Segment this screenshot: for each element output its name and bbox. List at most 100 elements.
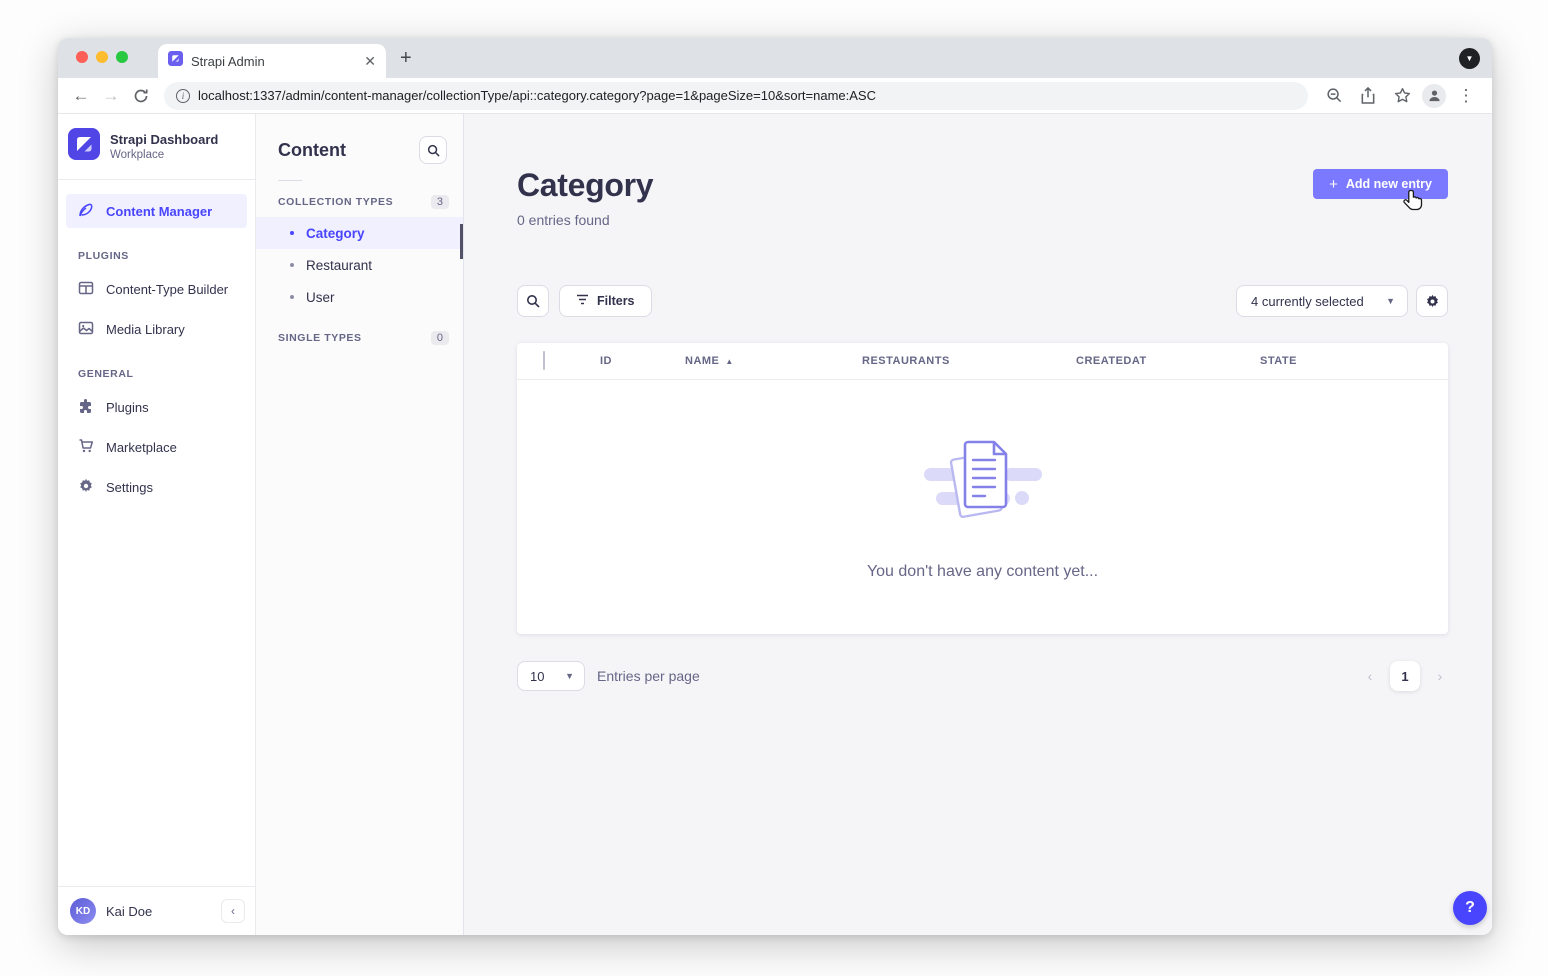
entries-count: 0 entries found bbox=[517, 212, 653, 228]
sidebar-item-label: Media Library bbox=[106, 322, 185, 337]
user-name: Kai Doe bbox=[106, 904, 211, 919]
view-settings-button[interactable] bbox=[1416, 285, 1448, 317]
subnav-search-button[interactable] bbox=[419, 136, 447, 164]
page-size-select[interactable]: 10 ▼ bbox=[517, 661, 585, 691]
main-sidebar: Strapi Dashboard Workplace Content Manag… bbox=[58, 114, 256, 935]
collapse-sidebar-button[interactable]: ‹ bbox=[221, 899, 245, 923]
bullet-icon bbox=[290, 231, 294, 235]
sidebar-item-marketplace[interactable]: Marketplace bbox=[66, 430, 247, 464]
table-search-button[interactable] bbox=[517, 285, 549, 317]
browser-window: Strapi Admin ✕ + ▼ ← → i localhost:1337/… bbox=[58, 38, 1492, 935]
empty-state-message: You don't have any content yet... bbox=[867, 563, 1098, 581]
single-types-count: 0 bbox=[431, 331, 449, 345]
traffic-lights bbox=[76, 51, 128, 63]
sidebar-item-media-library[interactable]: Media Library bbox=[66, 312, 247, 346]
sidebar-item-label: Plugins bbox=[106, 400, 149, 415]
general-section-label: GENERAL bbox=[58, 368, 255, 380]
toolbar-actions: ⋮ bbox=[1318, 83, 1482, 109]
filter-icon bbox=[576, 294, 589, 308]
entries-table: ID NAME ▲ RESTAURANTS CREATEDAT STATE bbox=[517, 343, 1448, 634]
share-icon[interactable] bbox=[1354, 83, 1382, 109]
page-title: Category bbox=[517, 167, 653, 204]
single-types-label: SINGLE TYPES bbox=[278, 332, 362, 344]
site-info-icon[interactable]: i bbox=[176, 89, 190, 103]
cart-icon bbox=[78, 438, 94, 457]
page-1-button[interactable]: 1 bbox=[1390, 661, 1420, 691]
sidebar-item-label: Content-Type Builder bbox=[106, 282, 228, 297]
browser-extension-icon[interactable]: ▼ bbox=[1459, 48, 1480, 69]
layout-icon bbox=[78, 280, 94, 299]
forward-button[interactable]: → bbox=[98, 83, 124, 109]
browser-tab[interactable]: Strapi Admin ✕ bbox=[158, 44, 386, 78]
sidebar-item-content-manager[interactable]: Content Manager bbox=[66, 194, 247, 228]
url-bar[interactable]: i localhost:1337/admin/content-manager/c… bbox=[164, 82, 1308, 110]
sort-asc-icon: ▲ bbox=[725, 357, 733, 366]
bullet-icon bbox=[290, 295, 294, 299]
select-all-checkbox[interactable] bbox=[543, 351, 545, 370]
pagination: 10 ▼ Entries per page ‹ 1 › bbox=[517, 661, 1448, 691]
maximize-window-button[interactable] bbox=[116, 51, 128, 63]
tab-close-icon[interactable]: ✕ bbox=[364, 53, 376, 70]
plus-icon: + bbox=[1329, 176, 1338, 193]
strapi-logo bbox=[68, 128, 100, 165]
content-subnav: Content COLLECTION TYPES 3 Category Res bbox=[256, 114, 464, 935]
fields-select[interactable]: 4 currently selected ▼ bbox=[1236, 285, 1408, 317]
entries-per-page-label: Entries per page bbox=[597, 668, 700, 684]
sidebar-item-content-type-builder[interactable]: Content-Type Builder bbox=[66, 272, 247, 306]
workspace-subtitle: Workplace bbox=[110, 149, 218, 161]
subnav-item-label: Category bbox=[306, 226, 365, 241]
previous-page-button[interactable]: ‹ bbox=[1362, 668, 1378, 684]
subnav-item-label: Restaurant bbox=[306, 258, 372, 273]
new-tab-button[interactable]: + bbox=[400, 47, 412, 69]
empty-state: You don't have any content yet... bbox=[517, 380, 1448, 634]
add-new-entry-button[interactable]: + Add new entry bbox=[1313, 169, 1448, 199]
strapi-app: Strapi Dashboard Workplace Content Manag… bbox=[58, 114, 1492, 935]
empty-documents-illustration bbox=[922, 434, 1044, 537]
column-header-createdat[interactable]: CREATEDAT bbox=[1076, 355, 1260, 367]
gear-icon bbox=[78, 478, 94, 497]
subnav-title: Content bbox=[278, 140, 346, 161]
subnav-scrollbar[interactable] bbox=[460, 224, 463, 259]
page-size-value: 10 bbox=[530, 669, 544, 684]
filters-button[interactable]: Filters bbox=[559, 285, 652, 317]
close-window-button[interactable] bbox=[76, 51, 88, 63]
subnav-item-user[interactable]: User bbox=[256, 281, 463, 313]
zoom-icon[interactable] bbox=[1320, 83, 1348, 109]
sidebar-item-label: Settings bbox=[106, 480, 153, 495]
collection-types-header: COLLECTION TYPES 3 bbox=[256, 195, 463, 209]
next-page-button[interactable]: › bbox=[1432, 668, 1448, 684]
browser-profile-avatar[interactable] bbox=[1422, 84, 1446, 108]
sidebar-item-settings[interactable]: Settings bbox=[66, 470, 247, 504]
subnav-item-category[interactable]: Category bbox=[256, 217, 463, 249]
bookmark-star-icon[interactable] bbox=[1388, 83, 1416, 109]
help-button[interactable]: ? bbox=[1453, 891, 1487, 925]
fields-select-value: 4 currently selected bbox=[1251, 294, 1364, 309]
chevron-down-icon: ▼ bbox=[565, 671, 574, 681]
reload-button[interactable] bbox=[128, 83, 154, 109]
column-header-name[interactable]: NAME ▲ bbox=[685, 355, 862, 367]
image-icon bbox=[78, 320, 94, 339]
column-header-state[interactable]: STATE bbox=[1260, 355, 1448, 367]
desktop: Strapi Admin ✕ + ▼ ← → i localhost:1337/… bbox=[0, 0, 1548, 976]
browser-menu-icon[interactable]: ⋮ bbox=[1452, 83, 1480, 109]
collection-types-label: COLLECTION TYPES bbox=[278, 196, 393, 208]
single-types-header: SINGLE TYPES 0 bbox=[256, 331, 463, 345]
chevron-down-icon: ▼ bbox=[1386, 296, 1395, 306]
tab-title: Strapi Admin bbox=[191, 54, 356, 69]
pen-icon bbox=[78, 202, 94, 221]
column-header-id[interactable]: ID bbox=[600, 355, 685, 367]
divider bbox=[278, 180, 302, 181]
back-button[interactable]: ← bbox=[68, 83, 94, 109]
bullet-icon bbox=[290, 263, 294, 267]
minimize-window-button[interactable] bbox=[96, 51, 108, 63]
user-avatar: KD bbox=[70, 898, 96, 924]
subnav-item-label: User bbox=[306, 290, 335, 305]
sidebar-item-label: Content Manager bbox=[106, 204, 212, 219]
sidebar-item-label: Marketplace bbox=[106, 440, 177, 455]
brand-block[interactable]: Strapi Dashboard Workplace bbox=[58, 114, 255, 180]
subnav-item-restaurant[interactable]: Restaurant bbox=[256, 249, 463, 281]
sidebar-item-plugins[interactable]: Plugins bbox=[66, 390, 247, 424]
main-content: Category 0 entries found + Add new entry bbox=[464, 114, 1492, 935]
column-header-restaurants[interactable]: RESTAURANTS bbox=[862, 355, 1076, 367]
puzzle-icon bbox=[78, 398, 94, 417]
